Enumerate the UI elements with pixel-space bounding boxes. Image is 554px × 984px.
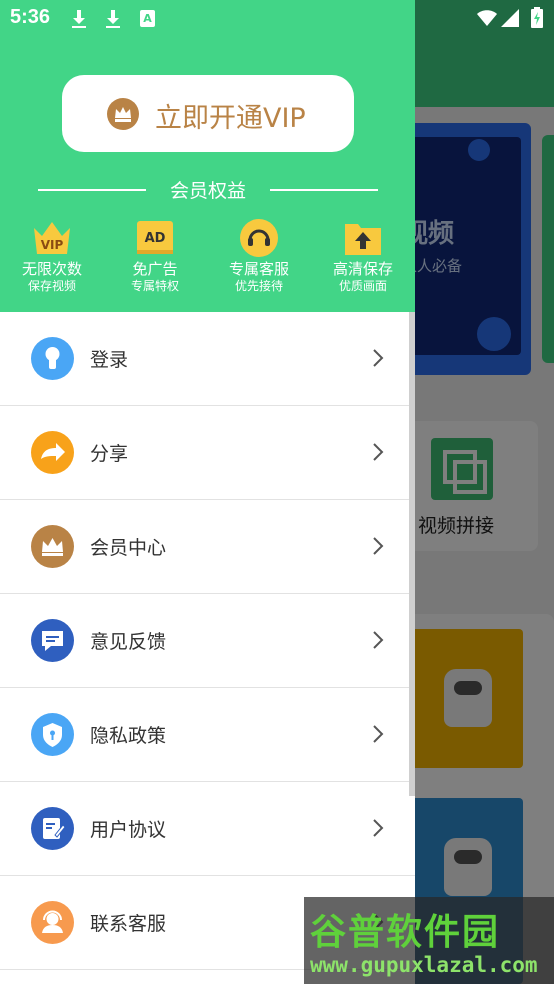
benefit-name: 高清保存	[332, 260, 393, 278]
download-icon	[72, 10, 86, 28]
feedback-icon	[31, 619, 74, 662]
menu-label: 联系客服	[90, 913, 167, 935]
folder-upload-icon	[343, 218, 383, 258]
benefits-title-row: 会员权益	[38, 176, 378, 204]
chevron-right-icon	[373, 631, 384, 649]
svg-text:AD: AD	[145, 231, 166, 246]
menu-item-login[interactable]: 登录	[0, 312, 415, 406]
activate-vip-button[interactable]: 立即开通VIP	[62, 75, 354, 152]
menu-item-privacy-policy[interactable]: 隐私政策	[0, 688, 415, 782]
svg-text:VIP: VIP	[41, 238, 64, 252]
navigation-drawer: 立即开通VIP 会员权益 VIP 无限次数 保存视频 AD 免广告 专属特权 专…	[0, 0, 415, 984]
divider	[270, 189, 378, 191]
benefit-name: 无限次数	[21, 260, 82, 278]
headset-icon	[239, 218, 279, 258]
benefit-hd-save: 高清保存 优质画面	[311, 218, 415, 294]
menu-item-share[interactable]: 分享	[0, 406, 415, 500]
customer-service-icon	[31, 901, 74, 944]
share-arrow-icon	[31, 431, 74, 474]
benefit-no-ads: AD 免广告 专属特权	[103, 218, 207, 294]
menu-label: 隐私政策	[90, 725, 167, 747]
menu-item-member-center[interactable]: 会员中心	[0, 500, 415, 594]
shield-icon	[31, 713, 74, 756]
menu-label: 用户协议	[90, 819, 167, 841]
benefit-name: 免广告	[132, 260, 178, 278]
benefit-sub: 专属特权	[130, 279, 179, 293]
download-icon	[106, 10, 120, 28]
chevron-right-icon	[373, 443, 384, 461]
menu-label: 登录	[90, 349, 129, 371]
status-time: 5:36	[10, 6, 51, 28]
watermark: 谷普软件园 www.gupuxlazal.com	[304, 897, 554, 984]
menu-label: 意见反馈	[90, 631, 167, 653]
benefit-sub: 保存视频	[27, 279, 76, 293]
battery-charging-icon	[531, 7, 543, 28]
wifi-icon	[477, 10, 497, 26]
vip-crown-icon: VIP	[32, 218, 72, 258]
chevron-right-icon	[373, 819, 384, 837]
keyhole-icon	[31, 337, 74, 380]
agreement-icon	[31, 807, 74, 850]
menu-label: 会员中心	[90, 537, 167, 559]
benefit-customer-service: 专属客服 优先接待	[207, 218, 311, 294]
menu-label: 分享	[90, 443, 129, 465]
benefit-sub: 优先接待	[234, 279, 283, 293]
menu-item-user-agreement[interactable]: 用户协议	[0, 782, 415, 876]
a-icon: A	[140, 10, 155, 27]
drawer-header: 立即开通VIP 会员权益 VIP 无限次数 保存视频 AD 免广告 专属特权 专…	[0, 0, 415, 312]
vip-button-label: 立即开通VIP	[155, 103, 306, 134]
crown-icon	[107, 98, 139, 130]
divider	[38, 189, 146, 191]
cellular-signal-icon	[501, 9, 519, 27]
chevron-right-icon	[373, 349, 384, 367]
watermark-url: www.gupuxlazal.com	[310, 953, 538, 977]
status-bar: 5:36 A	[0, 0, 554, 36]
crown-icon	[31, 525, 74, 568]
menu-item-feedback[interactable]: 意见反馈	[0, 594, 415, 688]
drawer-menu: 登录 分享 会员中心 意见反馈 隐私政策 用户协议 联系客服	[0, 312, 415, 970]
benefit-unlimited: VIP 无限次数 保存视频	[0, 218, 104, 294]
benefit-name: 专属客服	[228, 260, 289, 278]
chevron-right-icon	[373, 725, 384, 743]
chevron-right-icon	[373, 537, 384, 555]
watermark-title: 谷普软件园	[310, 912, 501, 953]
benefit-sub: 优质画面	[338, 279, 387, 293]
benefits-title: 会员权益	[169, 180, 246, 202]
ad-icon: AD	[135, 218, 175, 258]
scrollbar-thumb[interactable]	[409, 312, 415, 796]
